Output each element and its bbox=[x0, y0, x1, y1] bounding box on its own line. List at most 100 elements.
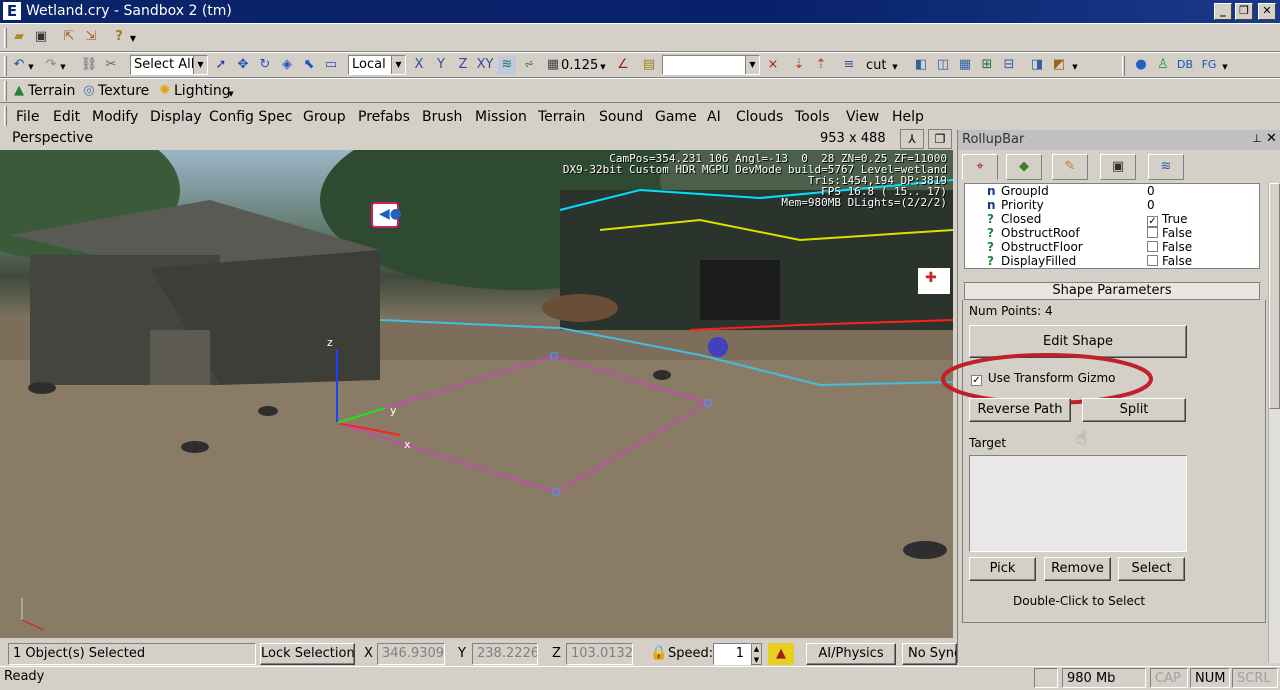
chevron-down-icon[interactable]: ▼ bbox=[1070, 58, 1080, 76]
tool-d-icon[interactable]: ⊞ bbox=[978, 56, 996, 74]
move-icon[interactable]: ✥ bbox=[234, 56, 252, 74]
axis-z-button[interactable]: Z bbox=[454, 56, 472, 74]
terrain-tab[interactable]: ◆ bbox=[1006, 154, 1042, 180]
tool-e-icon[interactable]: ⊟ bbox=[1000, 56, 1018, 74]
link-icon[interactable]: ⛓ bbox=[80, 56, 98, 74]
lock-selection-button[interactable]: Lock Selection bbox=[260, 643, 355, 665]
property-row[interactable]: ? ObstructFloor False bbox=[965, 240, 1259, 254]
prop-value[interactable]: 0 bbox=[1147, 198, 1155, 212]
lighting-editor-button[interactable]: Lighting bbox=[174, 82, 231, 100]
unlink-icon[interactable]: ✂ bbox=[102, 56, 120, 74]
layers-tab[interactable]: ≋ bbox=[1148, 154, 1184, 180]
import-icon[interactable]: ⇲ bbox=[82, 28, 100, 46]
menu-view[interactable]: View bbox=[846, 108, 879, 126]
select-arrow-icon[interactable]: ➚ bbox=[212, 56, 230, 74]
axis-xy-button[interactable]: XY bbox=[474, 56, 496, 74]
menu-clouds[interactable]: Clouds bbox=[736, 108, 783, 126]
prop-checkbox[interactable] bbox=[1147, 226, 1158, 240]
no-sync-button[interactable]: No Sync bbox=[902, 643, 957, 665]
terrain-editor-button[interactable]: Terrain bbox=[28, 82, 75, 100]
ai-person-icon[interactable]: ♙ bbox=[1154, 56, 1172, 74]
ai-physics-button[interactable]: AI/Physics bbox=[806, 643, 896, 665]
grid-icon[interactable]: ▦ bbox=[544, 56, 562, 74]
cut-label[interactable]: cut bbox=[866, 57, 886, 75]
menu-group[interactable]: Group bbox=[303, 108, 346, 126]
tool-b-icon[interactable]: ◫ bbox=[934, 56, 952, 74]
modify-tab[interactable]: ✎ bbox=[1052, 154, 1088, 180]
select-button[interactable]: Select bbox=[1118, 557, 1185, 581]
tool-a-icon[interactable]: ◧ bbox=[912, 56, 930, 74]
select-filter-combo[interactable]: Select All ▼ bbox=[130, 55, 208, 75]
menu-mission[interactable]: Mission bbox=[475, 108, 527, 126]
goto-selection-icon[interactable]: ⇣ bbox=[790, 56, 808, 74]
restore-button[interactable]: ❐ bbox=[1235, 3, 1253, 20]
texture-editor-button[interactable]: Texture bbox=[98, 82, 149, 100]
menu-file[interactable]: File bbox=[16, 108, 39, 126]
minimize-button[interactable]: _ bbox=[1214, 3, 1232, 20]
align-icon[interactable]: ⇡ bbox=[812, 56, 830, 74]
layer-icon[interactable]: ▤ bbox=[640, 56, 658, 74]
axis-x-button[interactable]: X bbox=[410, 56, 428, 74]
rotate-icon[interactable]: ↻ bbox=[256, 56, 274, 74]
x-coordinate-field[interactable]: 346.9309 bbox=[377, 643, 445, 665]
chevron-down-icon[interactable]: ▼ bbox=[1220, 58, 1230, 76]
menu-sound[interactable]: Sound bbox=[599, 108, 643, 126]
select-rect-icon[interactable]: ▭ bbox=[322, 56, 340, 74]
terrain-follow-icon[interactable]: ≋ bbox=[498, 56, 516, 74]
chevron-down-icon[interactable]: ▼ bbox=[26, 58, 36, 76]
scrollbar-thumb[interactable] bbox=[1269, 183, 1280, 409]
menu-brush[interactable]: Brush bbox=[422, 108, 462, 126]
coord-system-combo[interactable]: Local ▼ bbox=[348, 55, 406, 75]
chevron-down-icon[interactable]: ▼ bbox=[890, 58, 900, 76]
tool-c-icon[interactable]: ▦ bbox=[956, 56, 974, 74]
property-row[interactable]: ? Closed ✓ True bbox=[965, 212, 1259, 227]
menu-edit[interactable]: Edit bbox=[53, 108, 80, 126]
speed-input[interactable]: 1 bbox=[713, 643, 751, 665]
split-button[interactable]: Split bbox=[1082, 398, 1186, 422]
rollup-close-button[interactable]: ✕ bbox=[1266, 131, 1277, 146]
reverse-path-button[interactable]: Reverse Path bbox=[969, 398, 1071, 422]
speed-spinner[interactable]: ▲ ▼ bbox=[751, 643, 762, 665]
open-icon[interactable]: ▰ bbox=[10, 28, 28, 46]
chevron-down-icon[interactable]: ▼ bbox=[128, 30, 138, 48]
prop-value[interactable]: 0 bbox=[1147, 184, 1155, 198]
rollup-scrollbar[interactable] bbox=[1268, 183, 1280, 663]
shape-params-header[interactable]: Shape Parameters bbox=[964, 282, 1260, 300]
menu-help[interactable]: Help bbox=[892, 108, 924, 126]
help-icon[interactable]: ? bbox=[110, 28, 128, 46]
scale-icon[interactable]: ◈ bbox=[278, 56, 296, 74]
prop-checkbox[interactable] bbox=[1147, 240, 1158, 254]
property-row[interactable]: n GroupId 0 bbox=[965, 184, 1259, 198]
menu-game[interactable]: Game bbox=[655, 108, 697, 126]
terrain-camera-icon[interactable]: ▲ bbox=[768, 643, 794, 665]
target-list[interactable] bbox=[969, 455, 1187, 552]
menu-terrain[interactable]: Terrain bbox=[538, 108, 585, 126]
export-icon[interactable]: ⇱ bbox=[60, 28, 78, 46]
properties-grid[interactable]: n GroupId 0 n Priority 0 ? Closed ✓ True… bbox=[964, 183, 1260, 269]
y-coordinate-field[interactable]: 238.2226 bbox=[472, 643, 538, 665]
tool-f-icon[interactable]: ◨ bbox=[1028, 56, 1046, 74]
snap-terrain-icon[interactable]: ⩫ bbox=[520, 56, 538, 74]
property-row[interactable]: ? ObstructRoof False bbox=[965, 226, 1259, 240]
prop-checkbox[interactable]: ✓ bbox=[1147, 212, 1158, 227]
fg-button[interactable]: FG bbox=[1198, 56, 1220, 74]
pick-button[interactable]: Pick bbox=[969, 557, 1036, 581]
menu-modify[interactable]: Modify bbox=[92, 108, 138, 126]
chevron-down-icon[interactable]: ▼ bbox=[598, 58, 608, 76]
chevron-down-icon[interactable]: ▼ bbox=[58, 58, 68, 76]
menu-ai[interactable]: AI bbox=[707, 108, 721, 126]
lock-icon[interactable]: 🔒 bbox=[650, 645, 667, 661]
z-coordinate-field[interactable]: 103.0132 bbox=[566, 643, 633, 665]
layers-stack-icon[interactable]: ≡ bbox=[840, 56, 858, 74]
layer-combo[interactable]: ▼ bbox=[662, 55, 760, 75]
property-row[interactable]: ? DisplayFilled False bbox=[965, 254, 1259, 268]
prop-checkbox[interactable] bbox=[1147, 254, 1158, 268]
menu-prefabs[interactable]: Prefabs bbox=[358, 108, 410, 126]
select-terrain-icon[interactable]: ⬉ bbox=[300, 56, 318, 74]
display-tab[interactable]: ▣ bbox=[1100, 154, 1136, 180]
chevron-down-icon[interactable]: ▼ bbox=[226, 85, 236, 103]
close-button[interactable]: ✕ bbox=[1258, 3, 1276, 20]
save-icon[interactable]: ▣ bbox=[32, 28, 50, 46]
maximize-viewport-icon[interactable]: ❐ bbox=[928, 129, 952, 149]
create-tab[interactable]: ⌖ bbox=[962, 154, 998, 180]
